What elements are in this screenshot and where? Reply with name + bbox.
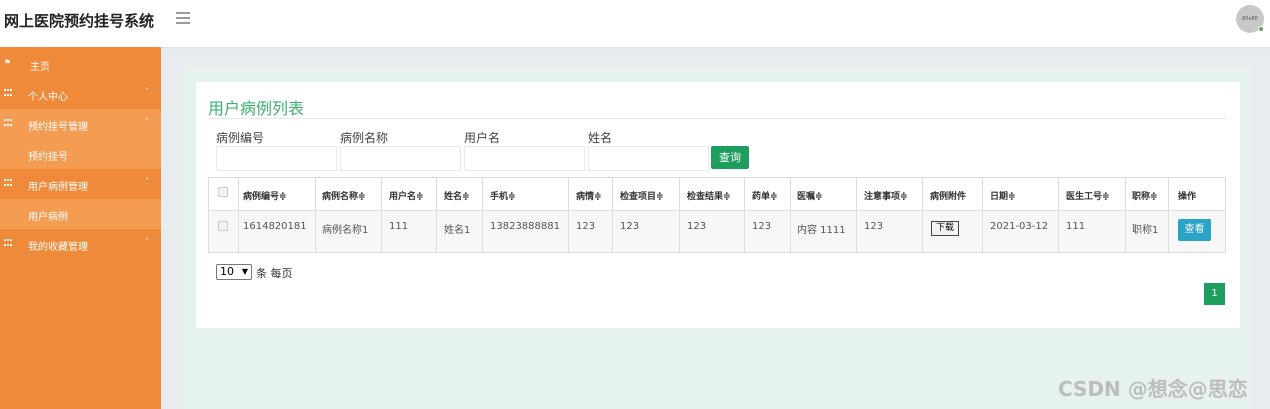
sidebar-item-appointment-management[interactable]: 预约挂号管理 ˄ xyxy=(0,109,161,139)
chevron-down-icon: ˅ xyxy=(145,87,149,96)
sidebar-item-label: 个人中心 xyxy=(28,92,68,103)
filter-label-case-name: 病例名称 xyxy=(340,131,389,145)
grid-icon xyxy=(4,239,13,247)
column-header-name[interactable]: 姓名≑ xyxy=(444,189,470,202)
column-header-case-name[interactable]: 病例名称≑ xyxy=(322,189,366,202)
cell-exam-items: 123 xyxy=(620,221,640,232)
watermark: CSDN @想念@思恋 xyxy=(1058,377,1248,401)
chevron-down-icon: ˅ xyxy=(145,237,149,246)
select-all-checkbox[interactable] xyxy=(218,187,228,197)
sidebar-subitem-user-case[interactable]: 用户病例 xyxy=(0,199,161,229)
column-header-phone[interactable]: 手机≑ xyxy=(490,189,516,202)
sidebar-item-label: 我的收藏管理 xyxy=(28,242,88,253)
name-input[interactable] xyxy=(588,146,709,171)
grid-icon xyxy=(4,89,13,97)
sidebar-item-label: 预约挂号管理 xyxy=(28,122,88,133)
per-page-label: 条 每页 xyxy=(256,267,293,280)
menu-toggle-icon[interactable] xyxy=(176,12,190,26)
cell-notes: 123 xyxy=(864,221,884,232)
cell-doctor-advice: 内容 1111 xyxy=(797,225,846,236)
column-header-title[interactable]: 职称≑ xyxy=(1132,189,1158,202)
sidebar-item-label: 用户病例管理 xyxy=(28,182,88,193)
column-header-condition[interactable]: 病情≑ xyxy=(576,189,602,202)
sidebar-item-label: 主页 xyxy=(30,62,50,73)
page-button[interactable]: 1 xyxy=(1204,283,1225,305)
page-size-select[interactable]: 10 ▼ xyxy=(216,264,252,280)
chevron-up-icon: ˄ xyxy=(145,117,149,126)
cell-doctor-id: 111 xyxy=(1066,221,1086,232)
sidebar-item-label: 预约挂号 xyxy=(28,152,68,163)
grid-icon xyxy=(4,119,13,127)
column-header-notes[interactable]: 注意事项≑ xyxy=(864,189,908,202)
view-button[interactable]: 查看 xyxy=(1178,219,1211,241)
case-name-input[interactable] xyxy=(340,146,461,171)
column-header-actions: 操作 xyxy=(1178,192,1197,202)
online-status-dot xyxy=(1258,26,1264,32)
case-id-input[interactable] xyxy=(216,146,337,171)
column-header-attachment: 病例附件 xyxy=(930,192,967,202)
sidebar-item-favorites-management[interactable]: 我的收藏管理 ˅ xyxy=(0,229,161,259)
sidebar-item-label: 用户病例 xyxy=(28,212,68,223)
filter-label-name: 姓名 xyxy=(588,131,613,145)
flag-icon: ⚑ xyxy=(4,58,12,67)
filter-label-username: 用户名 xyxy=(464,131,501,145)
sidebar-subitem-appointment[interactable]: 预约挂号 xyxy=(0,139,161,169)
chevron-down-icon: ▼ xyxy=(241,267,248,276)
sidebar: ⚑ 主页 个人中心 ˅ 预约挂号管理 ˄ 预约挂号 用户病例管理 ˄ 用户病例 … xyxy=(0,47,161,409)
sidebar-item-home[interactable]: ⚑ 主页 xyxy=(0,49,161,79)
cell-username: 111 xyxy=(389,221,409,232)
cell-case-name: 病例名称1 xyxy=(322,225,369,236)
page-title: 用户病例列表 xyxy=(208,99,305,118)
top-header: 网上医院预约挂号系统 80x80 xyxy=(0,0,1270,47)
chevron-up-icon: ˄ xyxy=(145,177,149,186)
cell-date: 2021-03-12 xyxy=(990,221,1049,232)
cell-title: 职称1 xyxy=(1132,225,1159,236)
cell-exam-results: 123 xyxy=(687,221,707,232)
cell-case-id: 1614820181 xyxy=(243,221,307,232)
column-header-doctor-id[interactable]: 医生工号≑ xyxy=(1066,189,1110,202)
sidebar-item-case-management[interactable]: 用户病例管理 ˄ xyxy=(0,169,161,199)
column-header-username[interactable]: 用户名≑ xyxy=(389,189,424,202)
cell-name: 姓名1 xyxy=(444,225,471,236)
row-checkbox[interactable] xyxy=(218,221,228,231)
column-header-doctor-advice[interactable]: 医嘱≑ xyxy=(797,189,823,202)
sidebar-item-personal-center[interactable]: 个人中心 ˅ xyxy=(0,79,161,109)
grid-icon xyxy=(4,179,13,187)
page-size-value: 10 xyxy=(220,265,234,278)
cell-phone: 13823888881 xyxy=(490,221,560,232)
column-header-case-id[interactable]: 病例编号≑ xyxy=(243,189,287,202)
column-header-exam-results[interactable]: 检查结果≑ xyxy=(687,189,731,202)
app-title: 网上医院预约挂号系统 xyxy=(4,12,155,30)
username-input[interactable] xyxy=(464,146,585,171)
column-header-prescription[interactable]: 药单≑ xyxy=(752,189,778,202)
search-button[interactable]: 查询 xyxy=(711,146,749,169)
download-button[interactable]: 下载 xyxy=(931,221,959,236)
column-header-date[interactable]: 日期≑ xyxy=(990,189,1016,202)
cell-condition: 123 xyxy=(576,221,596,232)
column-header-exam-items[interactable]: 检查项目≑ xyxy=(620,189,664,202)
title-divider xyxy=(208,118,1226,119)
filter-label-case-id: 病例编号 xyxy=(216,131,265,145)
cell-prescription: 123 xyxy=(752,221,772,232)
